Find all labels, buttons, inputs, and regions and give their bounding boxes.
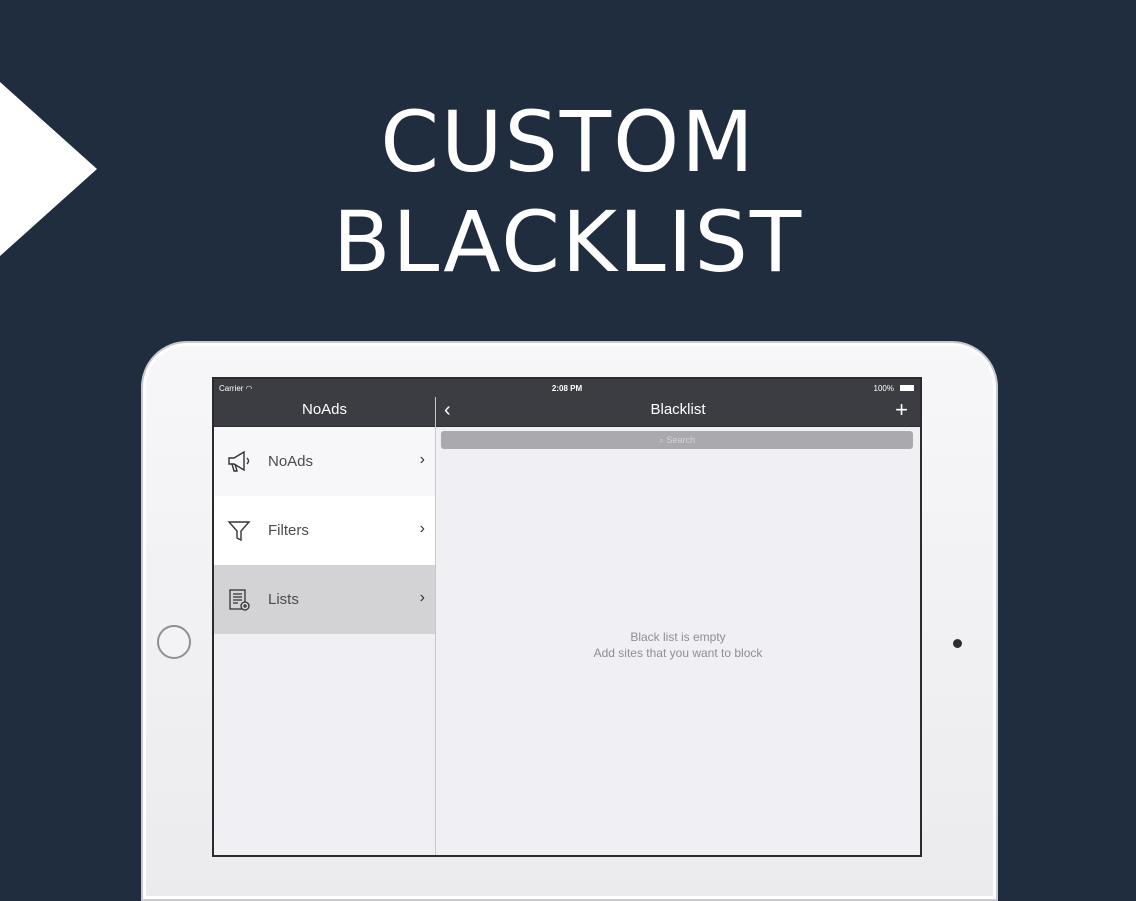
sidebar-item-label: Lists — [268, 591, 299, 608]
search-input[interactable]: ⌕ Search — [441, 431, 913, 449]
filter-icon — [224, 516, 254, 546]
sidebar-item-label: Filters — [268, 522, 309, 539]
battery-icon — [900, 385, 914, 391]
add-button[interactable]: + — [895, 397, 908, 423]
status-bar: Carrier ◠ 2:08 PM 100% — [214, 379, 920, 397]
sidebar-item-label: NoAds — [268, 453, 314, 470]
headline: CUSTOM BLACKLIST — [0, 92, 1136, 292]
camera-icon — [953, 639, 962, 648]
chevron-right-icon: › — [419, 589, 425, 606]
sidebar: NoAds NoAds › Filters › Lists › — [214, 397, 436, 855]
sidebar-item-lists[interactable]: Lists › — [214, 565, 435, 634]
empty-state-title: Black list is empty — [630, 630, 726, 644]
main-panel: ‹ Blacklist + ⌕ Search Black list is emp… — [436, 397, 920, 855]
empty-state: Black list is empty Add sites that you w… — [436, 629, 920, 661]
sidebar-title: NoAds — [214, 397, 435, 427]
device-screen: Carrier ◠ 2:08 PM 100% NoAds NoAds › Fil… — [212, 377, 922, 857]
megaphone-icon — [224, 447, 254, 477]
chevron-right-icon: › — [419, 520, 425, 537]
status-time: 2:08 PM — [551, 384, 583, 393]
battery-percent: 100% — [873, 384, 894, 393]
sidebar-item-filters[interactable]: Filters › — [214, 496, 435, 565]
sidebar-item-noads[interactable]: NoAds › — [214, 427, 435, 496]
page-title: Blacklist — [650, 401, 706, 418]
home-button[interactable] — [157, 625, 191, 659]
headline-line-1: CUSTOM — [380, 93, 756, 191]
headline-line-2: BLACKLIST — [332, 193, 804, 291]
search-placeholder: Search — [666, 435, 696, 445]
empty-state-subtitle: Add sites that you want to block — [593, 646, 763, 660]
list-icon — [224, 585, 254, 615]
main-navbar: ‹ Blacklist + — [436, 397, 920, 427]
search-icon: ⌕ — [658, 435, 664, 445]
chevron-right-icon: › — [419, 451, 425, 468]
